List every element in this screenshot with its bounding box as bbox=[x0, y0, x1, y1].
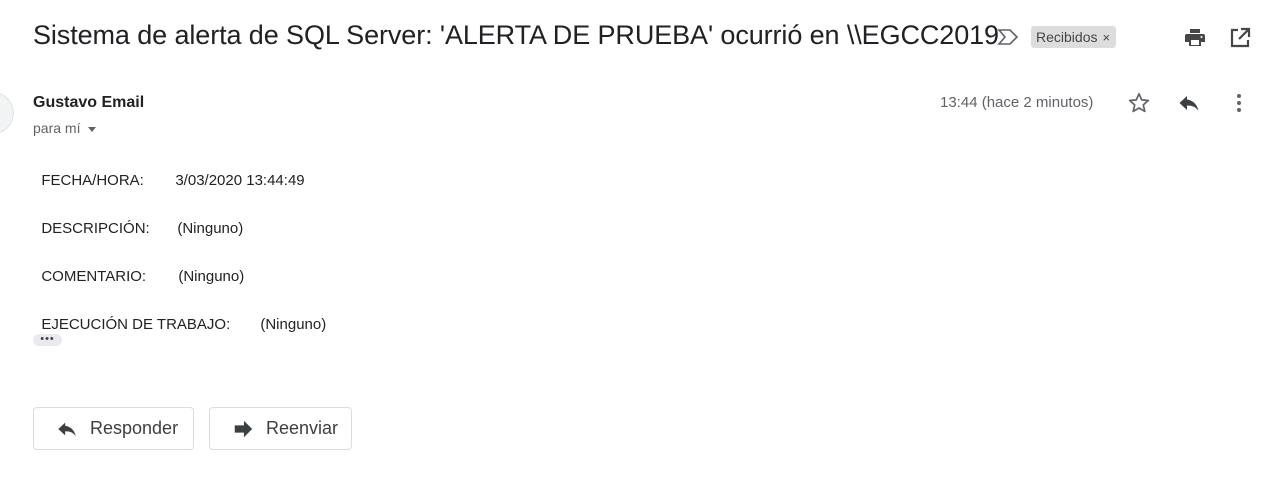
reply-button-label: Responder bbox=[90, 418, 179, 438]
sender-avatar[interactable] bbox=[0, 92, 14, 134]
email-timestamp: 13:44 (hace 2 minutos) bbox=[940, 94, 1094, 111]
remove-label-button[interactable]: × bbox=[1102, 30, 1110, 45]
reply-button[interactable]: Responder bbox=[33, 407, 194, 450]
inbox-label-text: Recibidos bbox=[1036, 29, 1098, 45]
forward-button[interactable]: Reenviar bbox=[209, 407, 352, 450]
body-line-description: DESCRIPCIÓN: (Ninguno) bbox=[33, 203, 243, 237]
show-trimmed-content-button[interactable]: ••• bbox=[33, 334, 62, 346]
body-line-comment: COMENTARIO: (Ninguno) bbox=[33, 251, 244, 285]
sender-name[interactable]: Gustavo Email bbox=[33, 94, 144, 112]
recipient-details-toggle[interactable]: para mí bbox=[33, 120, 97, 136]
reply-icon[interactable] bbox=[1177, 91, 1201, 115]
inbox-label-chip: Recibidos × bbox=[1031, 26, 1117, 48]
more-vert-icon[interactable] bbox=[1227, 91, 1251, 115]
forward-icon bbox=[234, 420, 253, 437]
body-line-datetime: FECHA/HORA: 3/03/2020 13:44:49 bbox=[33, 155, 305, 189]
body-line-job-execution: EJECUCIÓN DE TRABAJO: (Ninguno) bbox=[33, 299, 326, 333]
open-in-new-window-icon[interactable] bbox=[1228, 26, 1252, 50]
chevron-down-icon bbox=[88, 126, 97, 132]
recipient-label: para mí bbox=[33, 120, 81, 136]
forward-button-label: Reenviar bbox=[266, 418, 339, 438]
body-key: DESCRIPCIÓN: bbox=[41, 220, 150, 237]
importance-marker-icon[interactable] bbox=[997, 28, 1019, 46]
body-value: 3/03/2020 13:44:49 bbox=[175, 172, 305, 189]
body-value: (Ninguno) bbox=[178, 268, 245, 285]
body-key: COMENTARIO: bbox=[41, 268, 147, 285]
body-value: (Ninguno) bbox=[177, 220, 244, 237]
email-subject: Sistema de alerta de SQL Server: 'ALERTA… bbox=[33, 20, 999, 50]
reply-icon bbox=[58, 422, 76, 436]
body-key: FECHA/HORA: bbox=[41, 172, 144, 189]
star-icon[interactable] bbox=[1127, 91, 1151, 115]
body-key: EJECUCIÓN DE TRABAJO: bbox=[41, 316, 231, 333]
print-icon[interactable] bbox=[1183, 26, 1207, 50]
body-value: (Ninguno) bbox=[260, 316, 327, 333]
